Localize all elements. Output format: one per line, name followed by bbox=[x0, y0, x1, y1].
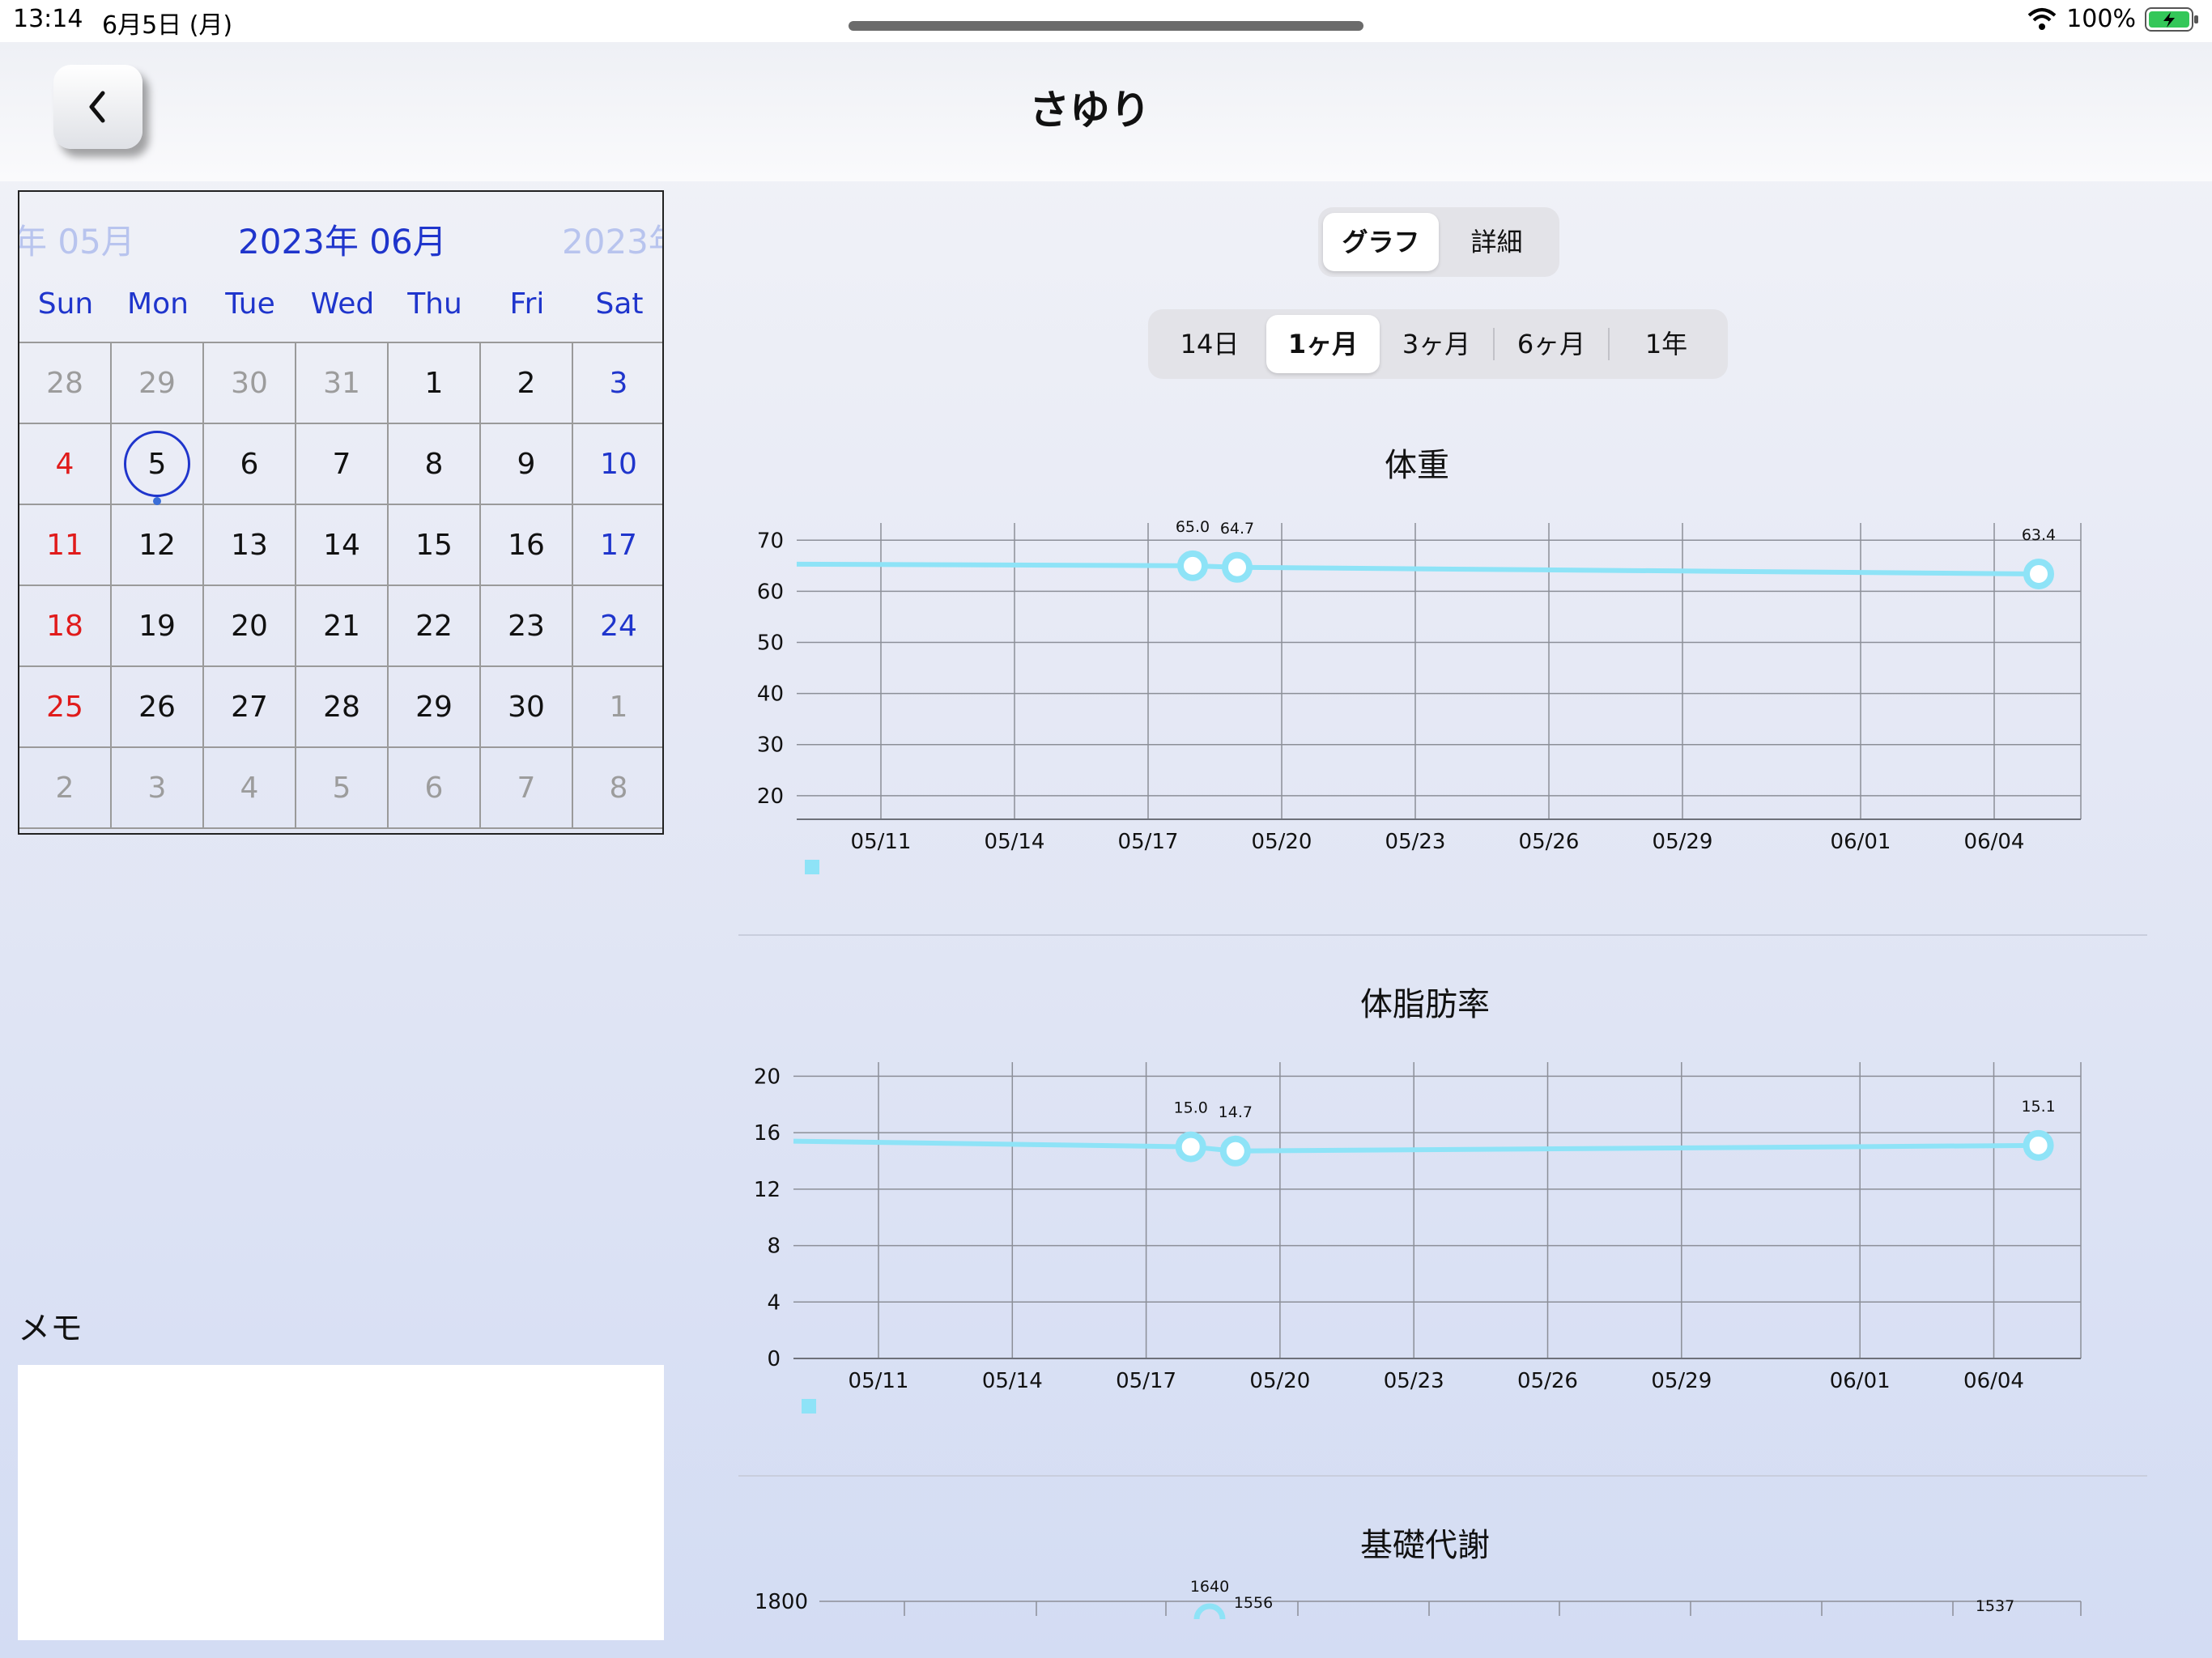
legend-swatch bbox=[805, 860, 819, 874]
legend-swatch bbox=[802, 1399, 816, 1414]
x-tick-label: 05/29 bbox=[1651, 1369, 1712, 1393]
x-tick-label: 05/11 bbox=[849, 1369, 909, 1393]
y-tick-label: 20 bbox=[757, 784, 784, 809]
x-tick-label: 05/17 bbox=[1116, 1369, 1176, 1393]
y-tick-label: 70 bbox=[757, 529, 784, 553]
data-label: 63.4 bbox=[2022, 526, 2056, 544]
x-tick-label: 06/01 bbox=[1830, 1369, 1891, 1393]
y-tick-label: 20 bbox=[754, 1065, 781, 1089]
y-tick-label: 50 bbox=[757, 631, 784, 656]
x-tick-label: 06/04 bbox=[1963, 1369, 2024, 1393]
y-tick-label: 40 bbox=[757, 682, 784, 707]
x-tick-label: 05/26 bbox=[1519, 830, 1580, 854]
data-point bbox=[2023, 558, 2054, 589]
data-label: 14.7 bbox=[1219, 1103, 1253, 1121]
x-tick-label: 05/17 bbox=[1118, 830, 1179, 854]
x-tick-label: 05/23 bbox=[1384, 1369, 1444, 1393]
x-tick-label: 05/11 bbox=[851, 830, 912, 854]
data-point bbox=[2023, 1129, 2054, 1161]
y-tick-label: 12 bbox=[754, 1178, 781, 1202]
series-line bbox=[793, 1138, 2039, 1154]
y-tick-label: 30 bbox=[757, 733, 784, 758]
data-label: 1640 bbox=[1190, 1578, 1229, 1596]
data-label: 1537 bbox=[1976, 1597, 2014, 1615]
data-point bbox=[1219, 1135, 1251, 1167]
data-label: 1556 bbox=[1234, 1594, 1273, 1612]
y-tick-label: 4 bbox=[767, 1290, 781, 1315]
x-tick-label: 05/23 bbox=[1385, 830, 1446, 854]
x-tick-label: 06/01 bbox=[1831, 830, 1891, 854]
data-point bbox=[1175, 1131, 1206, 1163]
y-tick-label: 16 bbox=[754, 1121, 781, 1146]
data-point bbox=[1177, 550, 1208, 581]
charts-canvas: 05/11 05/14 05/17 05/20 05/23 05/26 05/29 06/01… bbox=[754, 518, 2082, 1620]
x-tick-label: 05/14 bbox=[985, 830, 1045, 854]
data-label: 15.0 bbox=[1174, 1099, 1208, 1117]
data-label: 64.7 bbox=[1220, 520, 1254, 538]
x-tick-label: 05/20 bbox=[1249, 1369, 1310, 1393]
series-line bbox=[796, 561, 2040, 576]
x-tick-label: 06/04 bbox=[1964, 830, 2025, 854]
x-tick-label: 05/26 bbox=[1517, 1369, 1578, 1393]
data-label: 65.0 bbox=[1176, 518, 1210, 536]
y-tick-label: 8 bbox=[767, 1235, 781, 1259]
x-tick-label: 05/14 bbox=[982, 1369, 1043, 1393]
y-tick-label: 0 bbox=[767, 1347, 781, 1371]
x-tick-label: 05/29 bbox=[1653, 830, 1713, 854]
x-tick-label: 05/20 bbox=[1252, 830, 1312, 854]
y-tick-label: 1800 bbox=[755, 1590, 808, 1614]
data-point bbox=[1222, 551, 1253, 583]
data-label: 15.1 bbox=[2021, 1098, 2055, 1116]
y-tick-label: 60 bbox=[757, 580, 784, 604]
data-point bbox=[1193, 1603, 1226, 1620]
